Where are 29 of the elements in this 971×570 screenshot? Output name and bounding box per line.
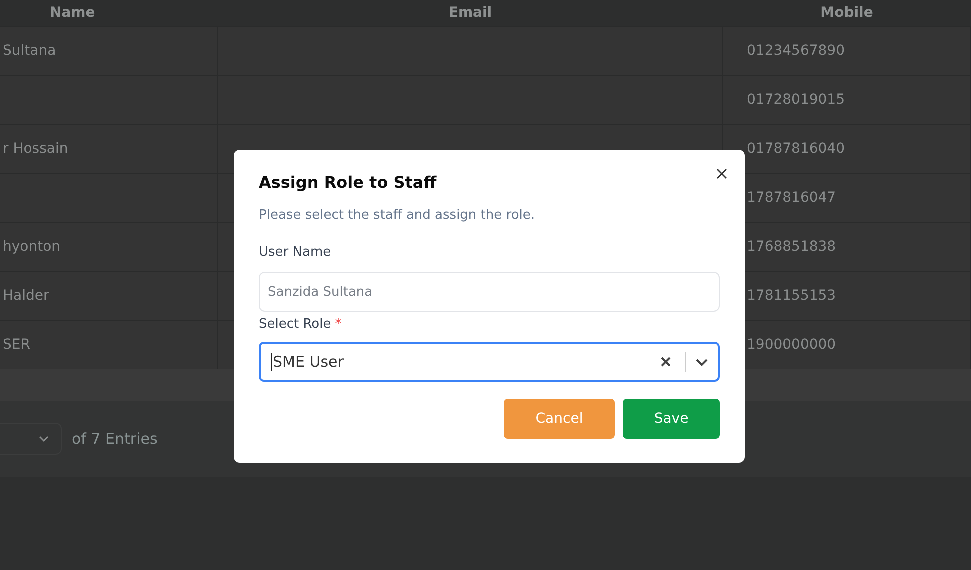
- table-cell-text: 01787816040: [746, 141, 845, 157]
- table-cell-text: 1768851838: [746, 239, 836, 255]
- column-header: Name: [50, 5, 96, 21]
- table-cell-text: 1900000000: [746, 337, 836, 353]
- save-button[interactable]: Save: [623, 399, 720, 439]
- field-label: User Name: [259, 245, 332, 260]
- field-label: Select Role: [259, 317, 332, 332]
- table-cell-text: Halder: [2, 288, 50, 304]
- role-select[interactable]: SME User: [259, 342, 720, 382]
- selected-role: SME User: [271, 353, 661, 371]
- table-cell-text: 01234567890: [746, 43, 845, 59]
- required-mark: *: [335, 317, 342, 332]
- chevron-down-icon: [39, 436, 49, 442]
- table-cell-text: r Hossain: [2, 141, 68, 157]
- table-cell-text: 1781155153: [746, 288, 836, 304]
- close-icon[interactable]: [716, 168, 728, 180]
- dialog-title: Assign Role to Staff: [259, 172, 438, 194]
- dialog-description: Please select the staff and assign the role.: [259, 208, 536, 223]
- table-cell-text: 1787816047: [746, 190, 836, 206]
- cancel-button[interactable]: Cancel: [504, 399, 615, 439]
- entries-summary: of 7 Entries: [72, 430, 158, 448]
- table-cell-text: hyonton: [2, 239, 61, 255]
- table-cell-text: SER: [2, 337, 30, 353]
- column-header: Mobile: [820, 5, 874, 21]
- clear-icon[interactable]: [661, 357, 671, 367]
- table-cell-text: 01728019015: [746, 92, 845, 108]
- chevron-down-icon[interactable]: [696, 358, 708, 366]
- table-cell-text: Sultana: [2, 43, 56, 59]
- column-header: Email: [448, 5, 492, 21]
